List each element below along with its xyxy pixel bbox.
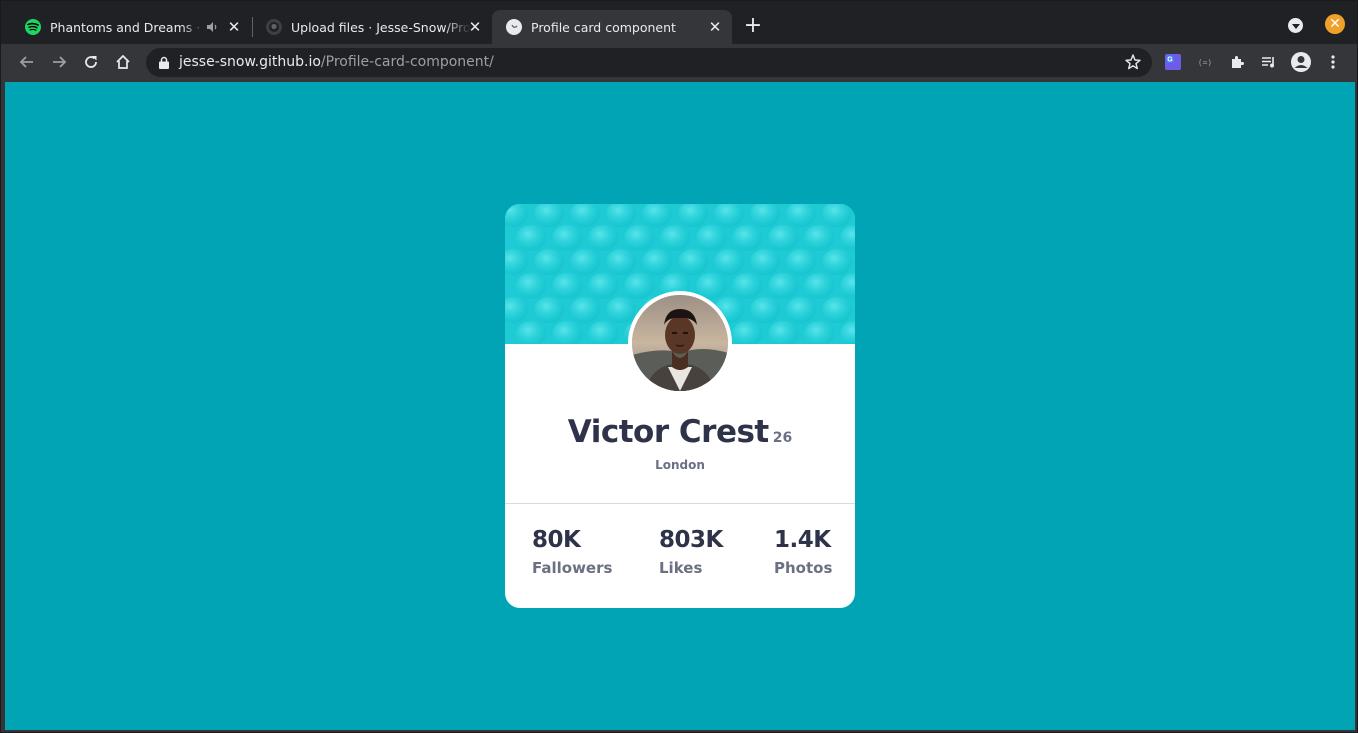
profile-name: Victor Crest [567,414,769,450]
profile-city: London [655,458,705,472]
browser-menu-icon[interactable] [1323,52,1343,72]
tab-title: Phantoms and Dreams · Ka [50,19,205,35]
address-bar[interactable]: jesse-snow.github.io/Profile-card-compon… [146,48,1152,77]
bubble [552,225,582,251]
extensions-puzzle-icon[interactable] [1227,52,1247,72]
bubble [516,273,546,299]
close-tab-icon[interactable]: ✕ [707,19,723,35]
url-text: jesse-snow.github.io/Profile-card-compon… [179,54,494,70]
bubble [534,249,564,275]
stat-label: Photos [774,559,833,577]
profile-age: 26 [772,430,793,446]
tab-profile-card[interactable]: Profile card component ✕ [492,10,732,44]
stat-label: Fallowers [532,559,613,577]
forward-button[interactable] [49,52,69,72]
spotify-icon [25,19,41,35]
reload-button[interactable] [81,52,101,72]
name-row: Victor Crest 26 [505,414,855,450]
bubble [660,225,690,251]
stat-value: 80K [532,527,581,553]
media-control-icon[interactable] [1259,52,1279,72]
github-icon [266,19,282,35]
bubble [606,249,636,275]
arrow-right-icon [53,56,67,68]
close-tab-icon[interactable]: ✕ [226,19,242,35]
bubble [624,225,654,251]
tab-search-icon[interactable] [1288,18,1303,33]
bubble [786,297,816,323]
tab-title: Profile card component [531,19,676,35]
bubble [678,249,708,275]
bubble [642,249,672,275]
card-divider [505,503,855,504]
arrow-left-icon [19,56,33,68]
bubble [804,225,834,251]
bookmark-star-icon[interactable] [1124,53,1142,71]
bubble [768,225,798,251]
home-icon [116,54,130,69]
bubble [786,249,816,275]
bubble [768,273,798,299]
stat-followers: 80K Fallowers [532,527,612,577]
bubble [804,273,834,299]
bubble [822,297,852,323]
tab-title: Upload files · Jesse-Snow/Pro [291,19,471,35]
lock-icon [159,56,169,69]
translate-extension-icon[interactable]: G [1163,52,1183,72]
tab-spotify[interactable]: Phantoms and Dreams · Ka ✕ [11,10,251,44]
reload-icon [85,56,97,68]
stat-likes: 803K Likes [659,527,723,577]
bubble [570,249,600,275]
bubble [516,225,546,251]
url-path: /Profile-card-component/ [320,54,494,70]
avatar [628,291,732,395]
bubble [714,249,744,275]
page-viewport: Victor Crest 26 London 80K Fallowers 803K… [5,82,1355,730]
bubble [822,249,852,275]
close-tab-icon[interactable]: ✕ [467,19,483,35]
stat-value: 803K [659,527,723,553]
tab-github-upload[interactable]: Upload files · Jesse-Snow/Pro ✕ [252,10,492,44]
bubble [624,273,654,299]
stat-value: 1.4K [774,527,831,553]
code-extension-icon[interactable]: (=) [1195,52,1215,72]
bubble [750,249,780,275]
svg-text:G: G [1167,57,1173,64]
browser-toolbar: jesse-snow.github.io/Profile-card-compon… [1,44,1357,81]
tab-strip: Phantoms and Dreams · Ka ✕ Upload files … [1,1,1357,44]
bubble [732,273,762,299]
new-tab-button[interactable]: + [742,15,764,37]
bubble [570,297,600,323]
bubble [588,225,618,251]
back-button[interactable] [17,52,37,72]
url-host: jesse-snow.github.io [179,54,321,70]
browser-window: Phantoms and Dreams · Ka ✕ Upload files … [0,0,1358,733]
home-button[interactable] [113,52,133,72]
svg-text:(=): (=) [1198,58,1212,67]
speaker-icon[interactable] [205,20,219,34]
bubble [606,297,636,323]
bubble [588,273,618,299]
profile-card: Victor Crest 26 London 80K Fallowers 803K… [505,204,855,608]
window-close-button[interactable]: ✕ [1325,14,1345,34]
avatar-photo [632,295,728,391]
site-favicon-icon [506,19,522,35]
bubble [534,297,564,323]
stat-label: Likes [659,559,703,577]
bubble [732,225,762,251]
bubble [552,273,582,299]
bubble [696,225,726,251]
stat-photos: 1.4K Photos [774,527,832,577]
bubble [750,297,780,323]
profile-avatar-icon[interactable] [1289,50,1313,74]
